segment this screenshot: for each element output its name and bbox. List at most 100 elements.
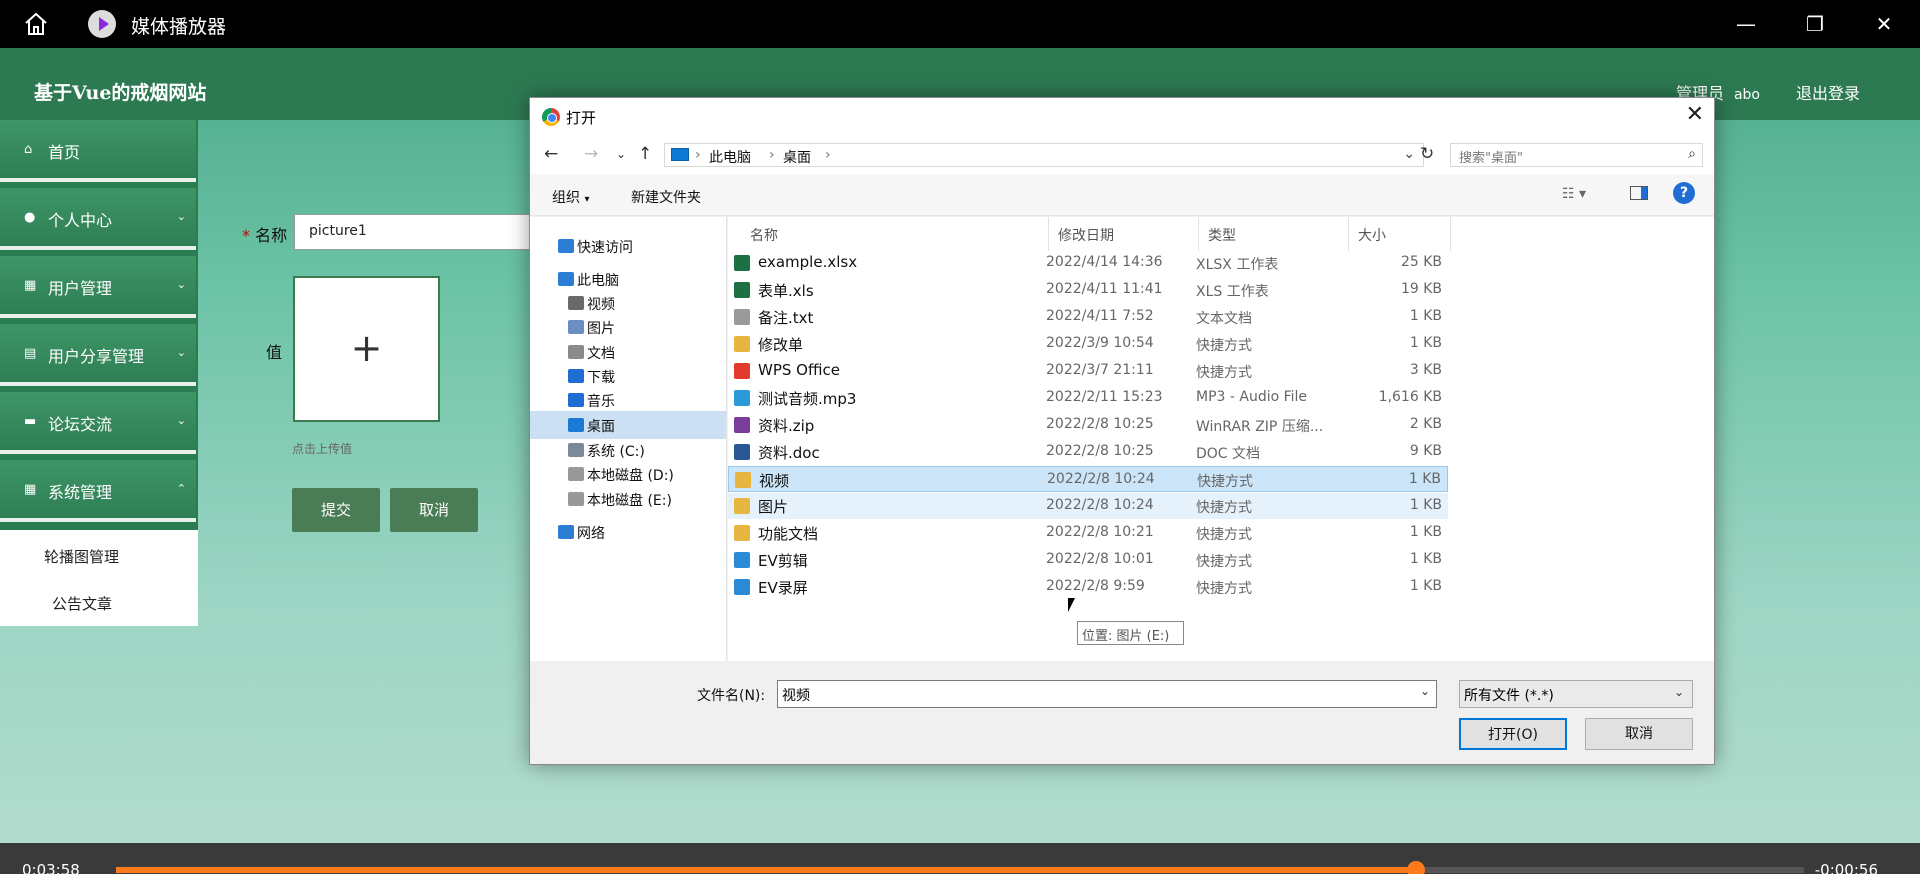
close-icon[interactable]: ✕ <box>1870 10 1898 38</box>
nav-item-label: 系统 (C:) <box>587 444 645 460</box>
seek-bar[interactable] <box>116 867 1804 873</box>
shortcut-icon <box>734 525 750 541</box>
cancel-button[interactable]: 取消 <box>390 488 478 532</box>
wps-icon <box>734 363 750 379</box>
address-bar[interactable]: › 此电脑 › 桌面 › ⌄ <box>664 143 1424 167</box>
nav-item[interactable]: 音乐 <box>530 386 726 414</box>
chevron-down-icon[interactable]: ⌄ <box>1403 146 1415 162</box>
file-size: 1,616 KB <box>1378 389 1442 405</box>
file-row[interactable]: 备注.txt 2022/4/11 7:52 文本文档 1 KB <box>728 304 1448 330</box>
file-size: 19 KB <box>1400 281 1442 297</box>
breadcrumb-desktop[interactable]: 桌面 <box>783 147 811 167</box>
nav-item[interactable]: 快速访问 <box>530 232 726 260</box>
name-input[interactable]: picture1 <box>294 214 534 250</box>
sidebar-item-home[interactable]: ⌂ 首页 <box>0 120 196 182</box>
file-size: 1 KB <box>1409 578 1442 594</box>
file-row[interactable]: 表单.xls 2022/4/11 11:41 XLS 工作表 19 KB <box>728 277 1448 303</box>
nav-item-label: 文档 <box>587 346 615 362</box>
file-row[interactable]: WPS Office 2022/3/7 21:11 快捷方式 3 KB <box>728 358 1448 384</box>
refresh-icon[interactable]: ↻ <box>1420 144 1434 164</box>
filename-input[interactable]: 视频 ⌄ <box>777 680 1437 708</box>
search-input[interactable]: 搜索"桌面" ⌕ <box>1450 143 1703 167</box>
file-name: 图片 <box>758 498 789 516</box>
dialog-title-bar: 打开 ✕ <box>530 98 1714 134</box>
file-date: 2022/2/8 10:24 <box>1047 471 1155 487</box>
picture-folder-icon <box>568 320 584 334</box>
column-divider <box>1450 217 1451 251</box>
nav-item[interactable]: 桌面 <box>530 411 726 439</box>
file-name: WPS Office <box>758 361 840 379</box>
ev-edit-icon <box>734 552 750 568</box>
sidebar-item-user-shares[interactable]: ▤ 用户分享管理 ⌄ <box>0 324 196 386</box>
file-row[interactable]: 资料.doc 2022/2/8 10:25 DOC 文档 9 KB <box>728 439 1448 465</box>
dialog-navigation-bar: ← → ⌄ ↑ › 此电脑 › 桌面 › ⌄ ↻ 搜索"桌面" ⌕ <box>530 134 1714 174</box>
submenu-item-announcements[interactable]: 公告文章 <box>52 593 112 614</box>
organize-button[interactable]: 组织 ▾ <box>552 187 589 207</box>
seek-handle[interactable] <box>1406 861 1425 874</box>
file-row[interactable]: 图片 2022/2/8 10:24 快捷方式 1 KB <box>728 493 1448 519</box>
winrar-icon <box>734 417 750 433</box>
back-arrow-icon[interactable]: ← <box>544 144 558 164</box>
chevron-down-icon[interactable]: ⌄ <box>1420 684 1430 698</box>
file-row[interactable]: EV录屏 2022/2/8 9:59 快捷方式 1 KB <box>728 574 1448 600</box>
sidebar-item-users[interactable]: ▦ 用户管理 ⌄ <box>0 256 196 318</box>
open-button[interactable]: 打开(O) <box>1459 718 1567 750</box>
nav-item[interactable]: 本地磁盘 (E:) <box>530 485 726 513</box>
dialog-close-icon[interactable]: ✕ <box>1686 102 1704 127</box>
file-name: EV剪辑 <box>758 552 808 570</box>
elapsed-time: 0:03:58 <box>22 861 80 874</box>
recent-dropdown-icon[interactable]: ⌄ <box>616 147 626 161</box>
submit-button[interactable]: 提交 <box>292 488 380 532</box>
column-header-type[interactable]: 类型 <box>1208 225 1236 245</box>
upload-button[interactable]: + <box>293 276 440 422</box>
nav-item-label: 下载 <box>587 370 615 386</box>
file-date: 2022/2/8 10:25 <box>1046 443 1154 459</box>
shortcut-icon <box>734 498 750 514</box>
file-row[interactable]: 测试音频.mp3 2022/2/11 15:23 MP3 - Audio File 1… <box>728 385 1448 411</box>
sidebar-item-forum[interactable]: ▬ 论坛交流 ⌄ <box>0 392 196 454</box>
breadcrumb-this-pc[interactable]: 此电脑 <box>709 147 751 167</box>
forward-arrow-icon[interactable]: → <box>584 144 598 164</box>
file-row[interactable]: example.xlsx 2022/4/14 14:36 XLSX 工作表 25 KB <box>728 250 1448 276</box>
file-name: 资料.zip <box>758 417 815 435</box>
nav-item-label: 网络 <box>577 526 605 542</box>
nav-item[interactable]: 图片 <box>530 313 726 341</box>
sidebar-item-profile[interactable]: ● 个人中心 ⌄ <box>0 188 196 250</box>
view-options-icon[interactable]: ☷ ▾ <box>1562 186 1586 202</box>
shortcut-icon <box>735 472 751 488</box>
nav-item[interactable]: 本地磁盘 (D:) <box>530 460 726 488</box>
open-file-dialog: 打开 ✕ ← → ⌄ ↑ › 此电脑 › 桌面 › ⌄ ↻ 搜索"桌面" ⌕ 组… <box>529 97 1715 765</box>
help-icon[interactable]: ? <box>1673 182 1695 204</box>
up-arrow-icon[interactable]: ↑ <box>638 144 652 164</box>
new-folder-button[interactable]: 新建文件夹 <box>631 187 701 207</box>
file-name: EV录屏 <box>758 579 808 597</box>
dialog-cancel-button[interactable]: 取消 <box>1585 718 1693 750</box>
file-type-select[interactable]: 所有文件 (*.*) ⌄ <box>1459 680 1693 708</box>
restore-icon[interactable]: ❐ <box>1801 10 1829 38</box>
submenu-item-carousel[interactable]: 轮播图管理 <box>44 546 119 567</box>
file-row[interactable]: EV剪辑 2022/2/8 10:01 快捷方式 1 KB <box>728 547 1448 573</box>
video-folder-icon <box>568 296 584 310</box>
file-type: XLSX 工作表 <box>1196 257 1279 273</box>
pc-icon <box>558 272 574 286</box>
excel-icon <box>734 282 750 298</box>
minimize-icon[interactable]: — <box>1732 10 1760 38</box>
nav-item[interactable]: 网络 <box>530 518 726 546</box>
home-icon[interactable] <box>22 10 50 38</box>
file-row[interactable]: 修改单 2022/3/9 10:54 快捷方式 1 KB <box>728 331 1448 357</box>
file-row[interactable]: 功能文档 2022/2/8 10:21 快捷方式 1 KB <box>728 520 1448 546</box>
logout-link[interactable]: 退出登录 <box>1796 80 1860 104</box>
player-title-bar: 媒体播放器 — ❐ ✕ <box>0 0 1920 48</box>
download-folder-icon <box>568 369 584 383</box>
file-row[interactable]: 资料.zip 2022/2/8 10:25 WinRAR ZIP 压缩... 2 KB <box>728 412 1448 438</box>
file-type-value: 所有文件 (*.*) <box>1464 688 1554 704</box>
chevron-down-icon: ⌄ <box>176 414 186 427</box>
sidebar-item-system[interactable]: ▦ 系统管理 ⌃ <box>0 460 196 522</box>
excel-icon <box>734 255 750 271</box>
column-header-name[interactable]: 名称 <box>750 225 778 245</box>
column-header-size[interactable]: 大小 <box>1358 225 1386 245</box>
star-icon <box>558 239 574 253</box>
column-header-date[interactable]: 修改日期 <box>1058 225 1114 245</box>
file-row[interactable]: 视频 2022/2/8 10:24 快捷方式 1 KB <box>728 466 1448 492</box>
preview-pane-icon[interactable] <box>1630 186 1648 200</box>
